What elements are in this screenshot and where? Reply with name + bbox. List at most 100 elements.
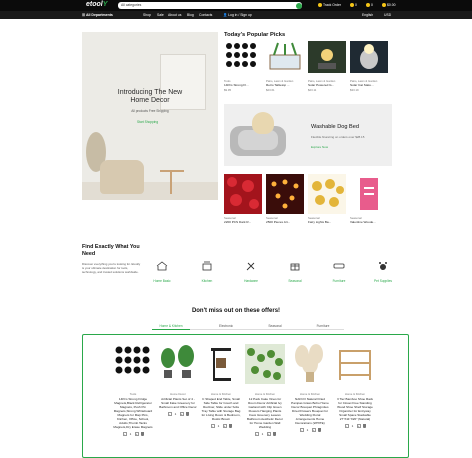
category-pet-supplies[interactable]: Pet Supplies [365,258,401,283]
wishlist-button[interactable]: 0 [350,3,357,7]
tab-furniture[interactable]: Furniture [293,324,353,328]
decrement-button[interactable]: - [122,432,127,436]
all-departments-button[interactable]: ☰ All Departments [82,13,113,17]
product-price: $33.19 [350,88,359,92]
category-hardware[interactable]: Hardware [233,258,269,283]
search-icon[interactable] [296,2,302,9]
chair-image [100,160,144,194]
offer-card[interactable]: Tools 14Pcs Strong Fridge Magnets,Black … [113,344,153,436]
product-image-solar-cat[interactable] [350,41,388,73]
compare-icon [366,3,370,7]
tab-home-kitchen[interactable]: Home & Kitchen [141,324,201,328]
quantity-stepper: -1 + [245,432,285,436]
offer-name-link[interactable]: 14Pcs Strong Fridge Magnets,Black Refrig… [113,397,153,429]
decrement-button[interactable]: - [299,428,304,432]
decrement-button[interactable]: - [254,432,259,436]
product-name-link[interactable]: Retro Tabletop ... [266,83,306,87]
product-name-link[interactable]: Valentine Woode... [350,220,390,224]
offer-name-link[interactable]: 12 Pack Cake Vines for Room Decor Artifi… [245,397,285,429]
category-seasonal[interactable]: Seasonal [277,258,313,283]
increment-button[interactable]: + [179,412,184,416]
offer-category: Home Decor [170,392,186,396]
offer-category: Tools [129,392,137,396]
login-link[interactable]: 👤 Log in / Sign up [223,13,252,17]
product-image-rose-petals[interactable] [224,174,262,214]
offer-card[interactable]: Home & Kitchen 3 Tier Bamboo Shoe Rack f… [335,344,375,428]
tools-icon [246,262,255,271]
decrement-button[interactable]: - [167,412,172,416]
category-furniture[interactable]: Furniture [321,258,357,283]
stove-icon [202,261,212,271]
offer-category: Home & Kitchen [299,392,321,396]
trash-icon[interactable] [228,424,232,428]
nav-link-contacts[interactable]: Contacts [199,13,212,17]
track-order-link[interactable]: Track Order [318,3,341,7]
cart-button[interactable]: $0.00 [382,3,396,7]
decrement-button[interactable]: - [210,424,215,428]
product-image-solar-garden[interactable] [308,41,346,73]
nav-link-about[interactable]: About us [168,13,181,17]
dog-banner-title: Washable Dog Bed [311,124,359,130]
dog-banner-subtitle: Flexible financing on orders over $28.15 [311,135,365,139]
offer-image [161,345,194,378]
offer-image [115,346,150,374]
increment-button[interactable]: + [134,432,139,436]
nav-link-blog[interactable]: Blog [187,13,194,17]
quantity-value: 1 [351,424,354,428]
category-label: Hardware [244,279,258,283]
trash-icon[interactable] [185,412,189,416]
product-name-link[interactable]: Fairy Lights Ba... [308,220,348,224]
offer-card[interactable]: Home & Kitchen NAFCO Natural Dried Pampa… [290,344,330,432]
language-select[interactable]: English [362,13,373,17]
product-name-link[interactable]: 2500 Pieces Art... [266,220,306,224]
cart-icon [382,3,386,7]
product-name-link[interactable]: 2200 PCS Dark R... [224,220,264,224]
trash-icon[interactable] [272,432,276,436]
nav-link-shop[interactable]: Shop [143,13,151,17]
offer-category: Home & Kitchen [254,392,276,396]
offer-name-link[interactable]: NAFCO Natural Dried Pampas Grass Boho Ho… [290,397,330,425]
quantity-stepper: -1 + [201,424,241,428]
quantity-stepper: -1 + [290,428,330,432]
trash-icon[interactable] [317,428,321,432]
product-image-fairy-lights[interactable] [308,174,346,214]
features-description: Discover everything you're looking for. … [82,262,141,274]
nav-link-sale[interactable]: Sale [157,13,164,17]
product-image-magnets[interactable] [224,41,262,73]
table-leg [170,172,172,194]
gift-icon [290,263,300,271]
increment-button[interactable]: + [311,428,316,432]
product-name-link[interactable]: Solar Cat Statu... [350,83,390,87]
offer-card[interactable]: Home & Kitchen 12 Pack Cake Vines for Ro… [245,344,285,436]
increment-button[interactable]: + [266,432,271,436]
category-home-basic[interactable]: Home Basic [144,258,180,283]
product-name-link[interactable]: 14Pcs Strong Fl... [224,83,264,87]
home-icon [156,261,168,271]
site-logo[interactable]: etoolY [86,1,107,8]
compare-button[interactable]: 0 [366,3,373,7]
offer-name-link[interactable]: C Shaped End Table, Small Side Table for… [201,397,241,421]
start-shopping-link[interactable]: Start Shopping [137,120,158,124]
trash-icon[interactable] [362,424,366,428]
trash-icon[interactable] [140,432,144,436]
offer-category: Home & Kitchen [344,392,366,396]
decrement-button[interactable]: - [344,424,349,428]
search-input[interactable] [146,2,302,9]
category-select[interactable]: All categories [118,2,146,9]
category-label: Furniture [332,279,346,283]
product-image-tabletop[interactable] [266,41,304,73]
sofa-icon [333,263,345,269]
popular-heading: Today's Popular Picks [224,32,286,38]
category-kitchen[interactable]: Kitchen [189,258,225,283]
product-image-valentine-wood[interactable] [350,174,388,214]
currency-select[interactable]: USD [384,13,391,17]
offer-card[interactable]: Home & Kitchen C Shaped End Table, Small… [201,344,241,428]
explore-now-link[interactable]: Explore Now [311,145,328,149]
offer-name-link[interactable]: 3 Tier Bamboo Shoe Rack for Closet Free … [335,397,375,421]
increment-button[interactable]: + [222,424,227,428]
product-name-link[interactable]: Solar Powered G... [308,83,348,87]
increment-button[interactable]: + [356,424,361,428]
product-image-candles[interactable] [266,174,304,214]
offer-card[interactable]: Home Decor Artificial Plants Set of 4 - … [158,344,198,416]
offer-name-link[interactable]: Artificial Plants Set of 4 - Small Fake … [158,397,198,409]
